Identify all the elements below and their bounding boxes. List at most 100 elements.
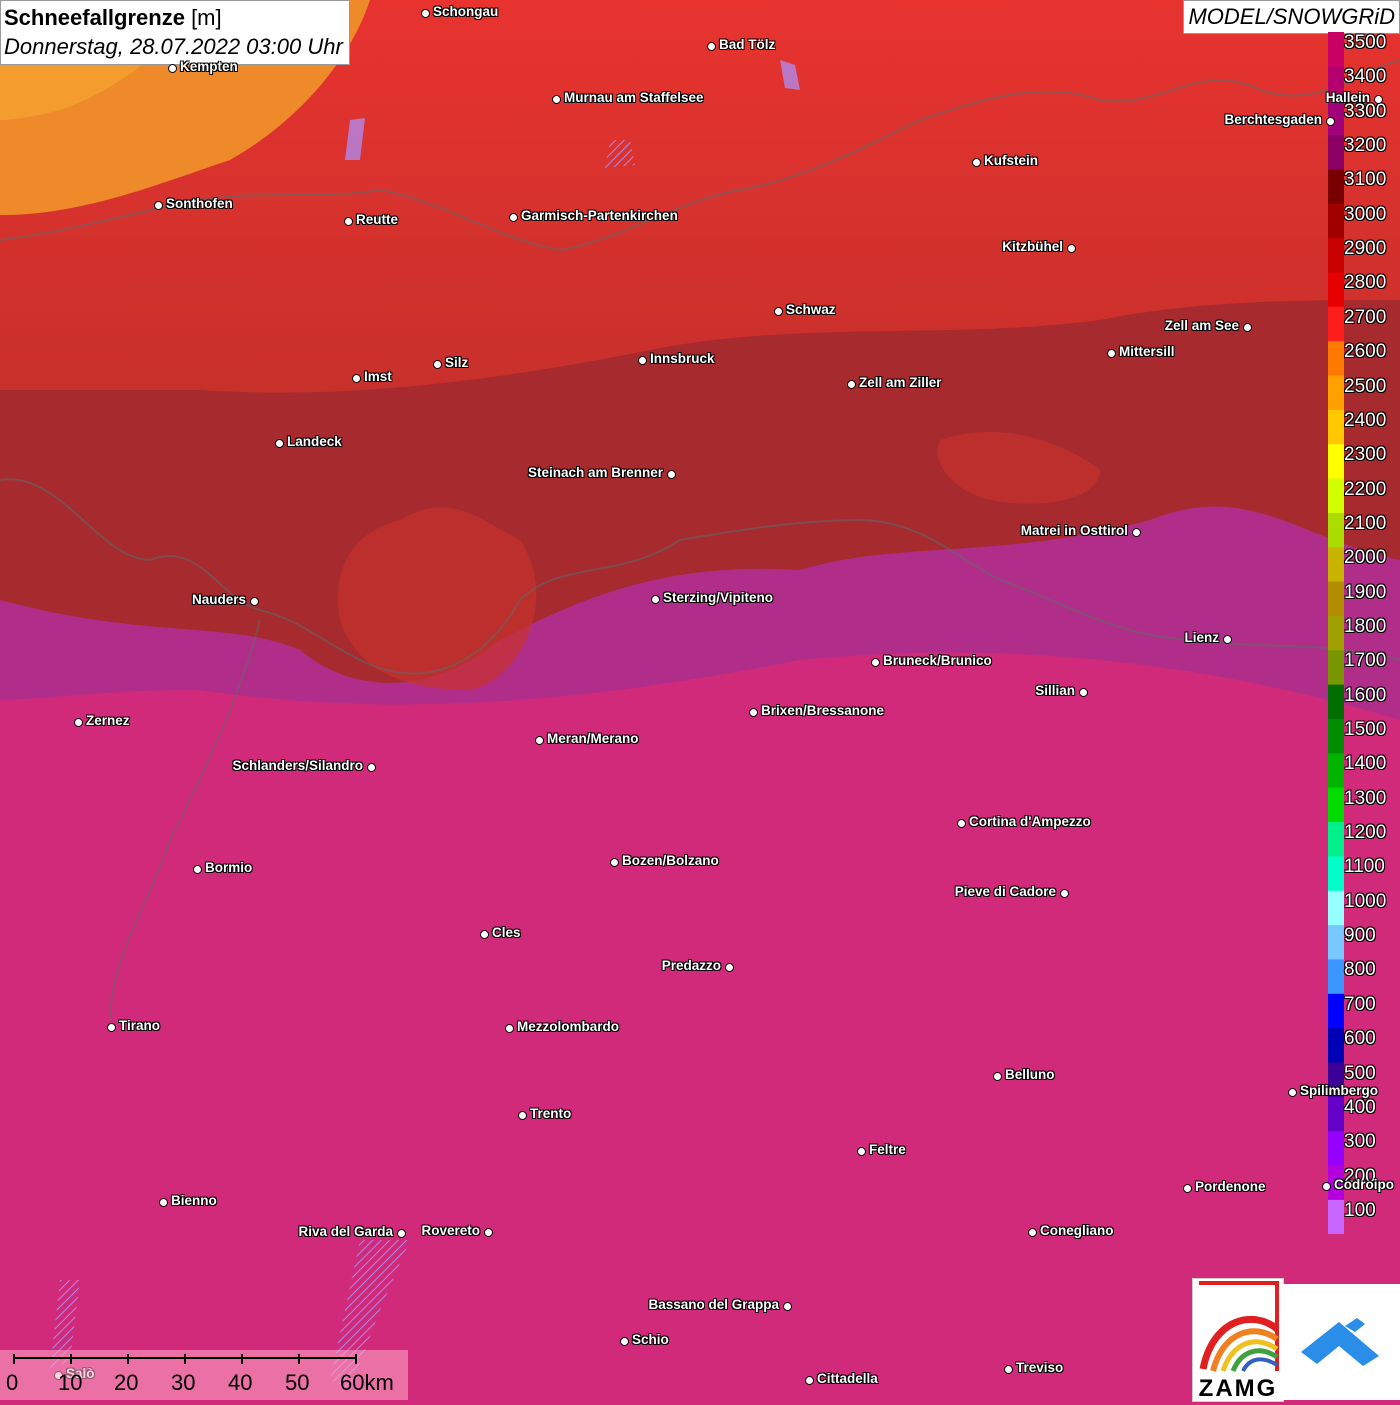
city-dot: [159, 1198, 168, 1207]
map-title: Schneefallgrenze [m]: [4, 3, 343, 32]
legend-swatch: [1328, 993, 1344, 1029]
legend-swatch: [1328, 650, 1344, 686]
city-label: Feltre: [869, 1142, 906, 1157]
scale-tick: 50: [285, 1370, 310, 1395]
legend-label: 1500: [1344, 719, 1387, 740]
legend-swatch: [1328, 341, 1344, 376]
city-dot: [957, 819, 966, 828]
blue-logo[interactable]: [1283, 1284, 1400, 1400]
city-dot: [107, 1023, 116, 1032]
color-legend: [1328, 32, 1344, 1234]
city-label: Silz: [445, 355, 469, 370]
legend-swatch: [1328, 375, 1344, 411]
city-label: Riva del Garda: [298, 1224, 393, 1239]
city-dot: [783, 1302, 792, 1311]
city-label: Zernez: [86, 713, 130, 728]
legend-swatch: [1328, 959, 1344, 995]
city-dot: [421, 9, 430, 18]
city-label: Matrei in Osttirol: [1020, 523, 1128, 538]
city-label: Hallein: [1325, 90, 1370, 105]
legend-label: 2800: [1344, 272, 1387, 294]
legend-label: 3500: [1344, 32, 1387, 53]
legend-swatch: [1328, 787, 1344, 823]
legend-swatch: [1328, 409, 1344, 445]
city-label: Zell am Ziller: [859, 375, 942, 390]
legend-swatch: [1328, 203, 1344, 239]
legend-label: 900: [1344, 925, 1376, 947]
city-dot: [250, 597, 259, 606]
scale-tick: 30: [171, 1370, 196, 1395]
city-label: Murnau am Staffelsee: [564, 90, 704, 105]
city-label: Zell am See: [1164, 318, 1239, 333]
city-dot: [505, 1024, 514, 1033]
city-label: Steinach am Brenner: [527, 465, 663, 480]
city-dot: [1183, 1184, 1192, 1193]
legend-swatch: [1328, 238, 1344, 273]
city-label: Landeck: [287, 434, 342, 449]
city-label: Bad Tölz: [719, 37, 776, 52]
legend-swatch: [1328, 684, 1344, 720]
city-dot: [154, 201, 163, 210]
city-label: Brixen/Bressanone: [761, 703, 885, 718]
city-label: Rovereto: [421, 1223, 480, 1238]
legend-label: 800: [1344, 959, 1376, 981]
city-label: Kufstein: [984, 153, 1038, 168]
legend-label: 300: [1344, 1131, 1376, 1153]
city-label: Belluno: [1005, 1067, 1055, 1082]
legend-label: 3000: [1344, 203, 1387, 225]
legend-swatch: [1328, 581, 1344, 617]
city-dot: [433, 360, 442, 369]
city-label: Innsbruck: [650, 351, 715, 366]
legend-label: 2000: [1344, 547, 1387, 569]
legend-label: 1300: [1344, 787, 1387, 809]
legend-swatch: [1328, 753, 1344, 789]
zamg-logo-text: ZAMG: [1198, 1375, 1278, 1402]
map-date: Donnerstag, 28.07.2022 03:00 Uhr: [4, 34, 343, 59]
city-dot: [74, 718, 83, 727]
city-label: Cittadella: [817, 1371, 878, 1386]
legend-label: 2700: [1344, 306, 1387, 328]
legend-label: 1800: [1344, 615, 1387, 637]
zamg-logo[interactable]: ZAMG: [1192, 1278, 1284, 1402]
city-label: Tirano: [119, 1018, 161, 1033]
map-title-box: Schneefallgrenze [m] Donnerstag, 28.07.2…: [0, 0, 350, 65]
city-dot: [1243, 323, 1252, 332]
city-label: Imst: [364, 369, 392, 384]
legend-swatch: [1328, 1199, 1344, 1234]
rainbow-icon: [1199, 1281, 1280, 1373]
city-dot: [397, 1229, 406, 1238]
city-dot: [725, 963, 734, 972]
city-label: Bozen/Bolzano: [622, 853, 719, 868]
lake: [605, 140, 635, 168]
city-dot: [1060, 889, 1069, 898]
model-label-box: MODEL/SNOWGRiD: [1183, 0, 1400, 34]
legend-label: 400: [1344, 1096, 1376, 1118]
legend-swatch: [1328, 925, 1344, 960]
legend-label: 500: [1344, 1062, 1376, 1084]
city-label: Nauders: [191, 592, 246, 607]
legend-swatch: [1328, 719, 1344, 754]
city-dot: [774, 307, 783, 316]
mountain-icon: [1301, 1318, 1379, 1366]
city-label: Schongau: [433, 4, 499, 19]
city-label: Schlanders/Silandro: [232, 758, 363, 773]
legend-label: 1600: [1344, 684, 1387, 706]
city-dot: [610, 858, 619, 867]
city-dot: [518, 1111, 527, 1120]
legend-label: 1100: [1344, 856, 1385, 878]
city-dot: [1028, 1228, 1037, 1237]
legend-swatch: [1328, 615, 1344, 651]
city-label: Schio: [632, 1332, 669, 1347]
city-label: Kitzbühel: [1002, 239, 1063, 254]
city-dot: [367, 763, 376, 772]
city-label: Berchtesgaden: [1224, 112, 1322, 127]
city-label: Predazzo: [661, 958, 721, 973]
city-dot: [707, 42, 716, 51]
city-label: Sonthofen: [166, 196, 233, 211]
legend-label: 3200: [1344, 135, 1387, 157]
city-dot: [667, 470, 676, 479]
legend-label: 2500: [1344, 375, 1387, 397]
city-label: Cortina d'Ampezzo: [969, 814, 1091, 829]
legend-label: 1000: [1344, 890, 1387, 912]
city-dot: [535, 736, 544, 745]
